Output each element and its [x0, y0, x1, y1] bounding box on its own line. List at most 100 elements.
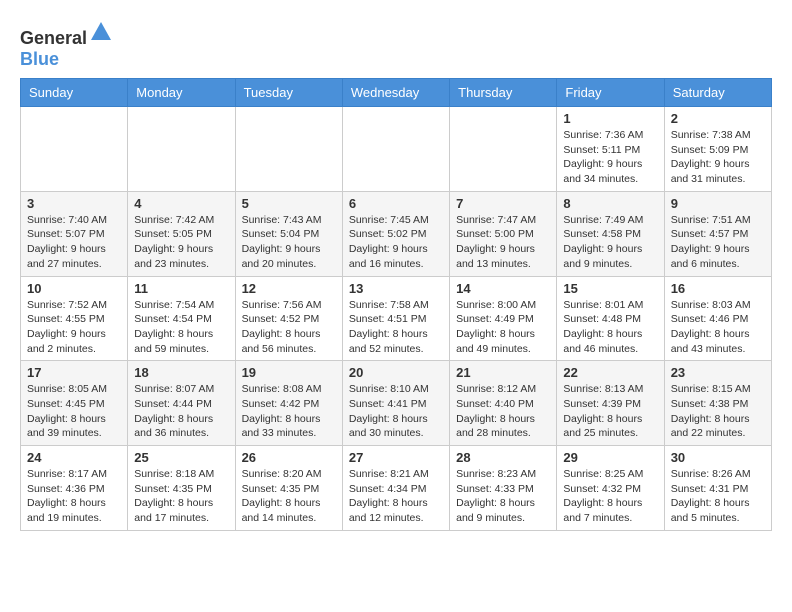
day-number: 21: [456, 365, 550, 380]
day-info: Sunrise: 7:36 AM Sunset: 5:11 PM Dayligh…: [563, 128, 657, 187]
day-number: 15: [563, 281, 657, 296]
calendar-day-cell: 5 Sunrise: 7:43 AM Sunset: 5:04 PM Daylig…: [235, 191, 342, 276]
day-number: 1: [563, 111, 657, 126]
calendar-week-row: 24 Sunrise: 8:17 AM Sunset: 4:36 PM Dayli…: [21, 446, 772, 531]
day-info: Sunrise: 8:18 AM Sunset: 4:35 PM Dayligh…: [134, 467, 228, 526]
calendar-day-cell: 11 Sunrise: 7:54 AM Sunset: 4:54 PM Dayli…: [128, 276, 235, 361]
day-info: Sunrise: 7:56 AM Sunset: 4:52 PM Dayligh…: [242, 298, 336, 357]
calendar-header-row: SundayMondayTuesdayWednesdayThursdayFrid…: [21, 79, 772, 107]
day-number: 9: [671, 196, 765, 211]
day-info: Sunrise: 7:42 AM Sunset: 5:05 PM Dayligh…: [134, 213, 228, 272]
day-number: 18: [134, 365, 228, 380]
day-info: Sunrise: 7:47 AM Sunset: 5:00 PM Dayligh…: [456, 213, 550, 272]
day-number: 7: [456, 196, 550, 211]
calendar-day-cell: [235, 107, 342, 192]
day-info: Sunrise: 7:54 AM Sunset: 4:54 PM Dayligh…: [134, 298, 228, 357]
day-info: Sunrise: 8:13 AM Sunset: 4:39 PM Dayligh…: [563, 382, 657, 441]
calendar-day-cell: 15Sunrise: 8:01 AM Sunset: 4:48 PM Dayli…: [557, 276, 664, 361]
page-header: General Blue: [20, 20, 772, 70]
day-number: 12: [242, 281, 336, 296]
day-number: 23: [671, 365, 765, 380]
day-number: 6: [349, 196, 443, 211]
day-number: 3: [27, 196, 121, 211]
calendar-day-cell: 21 Sunrise: 8:12 AM Sunset: 4:40 PM Dayli…: [450, 361, 557, 446]
calendar-day-cell: 30 Sunrise: 8:26 AM Sunset: 4:31 PM Dayli…: [664, 446, 771, 531]
day-number: 11: [134, 281, 228, 296]
day-of-week-header: Monday: [128, 79, 235, 107]
calendar-day-cell: [342, 107, 449, 192]
day-number: 28: [456, 450, 550, 465]
logo-icon: [89, 20, 113, 44]
day-info: Sunrise: 8:17 AM Sunset: 4:36 PM Dayligh…: [27, 467, 121, 526]
day-number: 13: [349, 281, 443, 296]
day-number: 20: [349, 365, 443, 380]
calendar-day-cell: 27Sunrise: 8:21 AM Sunset: 4:34 PM Dayli…: [342, 446, 449, 531]
calendar-day-cell: 2 Sunrise: 7:38 AM Sunset: 5:09 PM Daylig…: [664, 107, 771, 192]
calendar-day-cell: [21, 107, 128, 192]
day-number: 26: [242, 450, 336, 465]
day-number: 2: [671, 111, 765, 126]
calendar-day-cell: 23 Sunrise: 8:15 AM Sunset: 4:38 PM Dayli…: [664, 361, 771, 446]
day-info: Sunrise: 8:21 AM Sunset: 4:34 PM Dayligh…: [349, 467, 443, 526]
calendar-day-cell: 18 Sunrise: 8:07 AM Sunset: 4:44 PM Dayli…: [128, 361, 235, 446]
calendar-week-row: 17 Sunrise: 8:05 AM Sunset: 4:45 PM Dayli…: [21, 361, 772, 446]
day-of-week-header: Saturday: [664, 79, 771, 107]
calendar-week-row: 1 Sunrise: 7:36 AM Sunset: 5:11 PM Daylig…: [21, 107, 772, 192]
day-number: 24: [27, 450, 121, 465]
calendar-day-cell: 26 Sunrise: 8:20 AM Sunset: 4:35 PM Dayli…: [235, 446, 342, 531]
calendar-day-cell: [450, 107, 557, 192]
day-info: Sunrise: 8:07 AM Sunset: 4:44 PM Dayligh…: [134, 382, 228, 441]
day-of-week-header: Friday: [557, 79, 664, 107]
calendar-day-cell: 4 Sunrise: 7:42 AM Sunset: 5:05 PM Daylig…: [128, 191, 235, 276]
calendar-day-cell: 10Sunrise: 7:52 AM Sunset: 4:55 PM Dayli…: [21, 276, 128, 361]
day-info: Sunrise: 7:40 AM Sunset: 5:07 PM Dayligh…: [27, 213, 121, 272]
day-number: 22: [563, 365, 657, 380]
day-of-week-header: Sunday: [21, 79, 128, 107]
calendar-day-cell: 20 Sunrise: 8:10 AM Sunset: 4:41 PM Dayli…: [342, 361, 449, 446]
calendar-day-cell: 12 Sunrise: 7:56 AM Sunset: 4:52 PM Dayli…: [235, 276, 342, 361]
calendar-day-cell: 8Sunrise: 7:49 AM Sunset: 4:58 PM Daylig…: [557, 191, 664, 276]
day-number: 17: [27, 365, 121, 380]
calendar-day-cell: 24 Sunrise: 8:17 AM Sunset: 4:36 PM Dayli…: [21, 446, 128, 531]
day-info: Sunrise: 7:52 AM Sunset: 4:55 PM Dayligh…: [27, 298, 121, 357]
day-number: 30: [671, 450, 765, 465]
day-info: Sunrise: 8:10 AM Sunset: 4:41 PM Dayligh…: [349, 382, 443, 441]
day-info: Sunrise: 8:20 AM Sunset: 4:35 PM Dayligh…: [242, 467, 336, 526]
day-number: 16: [671, 281, 765, 296]
day-number: 25: [134, 450, 228, 465]
day-info: Sunrise: 7:43 AM Sunset: 5:04 PM Dayligh…: [242, 213, 336, 272]
calendar-day-cell: 19Sunrise: 8:08 AM Sunset: 4:42 PM Dayli…: [235, 361, 342, 446]
calendar-day-cell: 29Sunrise: 8:25 AM Sunset: 4:32 PM Dayli…: [557, 446, 664, 531]
calendar-day-cell: 22 Sunrise: 8:13 AM Sunset: 4:39 PM Dayli…: [557, 361, 664, 446]
day-info: Sunrise: 8:26 AM Sunset: 4:31 PM Dayligh…: [671, 467, 765, 526]
calendar-week-row: 3 Sunrise: 7:40 AM Sunset: 5:07 PM Daylig…: [21, 191, 772, 276]
day-number: 5: [242, 196, 336, 211]
day-info: Sunrise: 8:25 AM Sunset: 4:32 PM Dayligh…: [563, 467, 657, 526]
logo-general: General: [20, 28, 87, 48]
day-info: Sunrise: 8:05 AM Sunset: 4:45 PM Dayligh…: [27, 382, 121, 441]
calendar-day-cell: 1 Sunrise: 7:36 AM Sunset: 5:11 PM Daylig…: [557, 107, 664, 192]
day-number: 19: [242, 365, 336, 380]
day-number: 14: [456, 281, 550, 296]
day-of-week-header: Wednesday: [342, 79, 449, 107]
day-info: Sunrise: 8:03 AM Sunset: 4:46 PM Dayligh…: [671, 298, 765, 357]
day-number: 8: [563, 196, 657, 211]
calendar-day-cell: 28 Sunrise: 8:23 AM Sunset: 4:33 PM Dayli…: [450, 446, 557, 531]
day-of-week-header: Tuesday: [235, 79, 342, 107]
calendar-table: SundayMondayTuesdayWednesdayThursdayFrid…: [20, 78, 772, 531]
calendar-day-cell: 3 Sunrise: 7:40 AM Sunset: 5:07 PM Daylig…: [21, 191, 128, 276]
day-info: Sunrise: 8:15 AM Sunset: 4:38 PM Dayligh…: [671, 382, 765, 441]
calendar-day-cell: 14 Sunrise: 8:00 AM Sunset: 4:49 PM Dayli…: [450, 276, 557, 361]
calendar-day-cell: [128, 107, 235, 192]
day-info: Sunrise: 8:00 AM Sunset: 4:49 PM Dayligh…: [456, 298, 550, 357]
calendar-day-cell: 13 Sunrise: 7:58 AM Sunset: 4:51 PM Dayli…: [342, 276, 449, 361]
day-number: 4: [134, 196, 228, 211]
day-info: Sunrise: 8:12 AM Sunset: 4:40 PM Dayligh…: [456, 382, 550, 441]
calendar-day-cell: 16 Sunrise: 8:03 AM Sunset: 4:46 PM Dayli…: [664, 276, 771, 361]
logo-blue: Blue: [20, 49, 59, 69]
day-info: Sunrise: 7:58 AM Sunset: 4:51 PM Dayligh…: [349, 298, 443, 357]
day-info: Sunrise: 7:45 AM Sunset: 5:02 PM Dayligh…: [349, 213, 443, 272]
day-info: Sunrise: 7:38 AM Sunset: 5:09 PM Dayligh…: [671, 128, 765, 187]
calendar-week-row: 10Sunrise: 7:52 AM Sunset: 4:55 PM Dayli…: [21, 276, 772, 361]
day-info: Sunrise: 8:23 AM Sunset: 4:33 PM Dayligh…: [456, 467, 550, 526]
